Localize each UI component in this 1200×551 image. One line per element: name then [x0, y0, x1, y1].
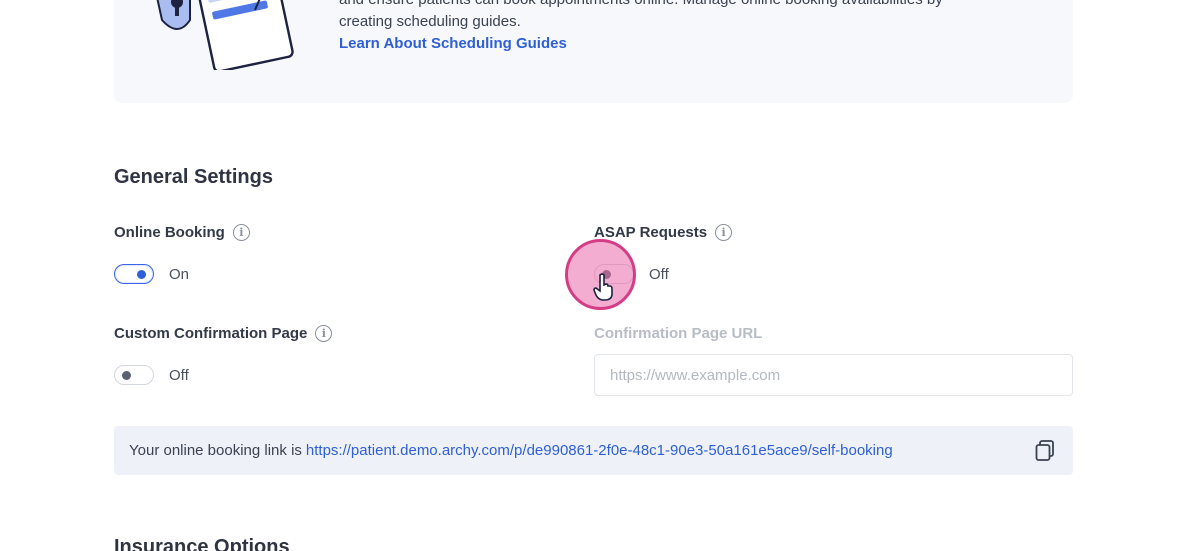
scheduling-guides-description: and ensure patients can book appointment…: [339, 0, 1039, 33]
copy-icon[interactable]: [1035, 440, 1055, 462]
asap-requests-state: Off: [649, 265, 669, 283]
confirmation-url-label: Confirmation Page URL: [594, 325, 763, 342]
scheduling-guides-card: and ensure patients can book appointment…: [114, 0, 1073, 103]
settings-page: and ensure patients can book appointment…: [0, 0, 1200, 551]
asap-requests-label-group: ASAP Requests i: [594, 224, 733, 241]
online-booking-toggle-row: On: [114, 264, 189, 284]
info-icon[interactable]: i: [232, 224, 250, 241]
info-icon[interactable]: i: [315, 325, 333, 342]
booking-link-url[interactable]: https://patient.demo.archy.com/p/de99086…: [306, 442, 893, 459]
document-lock-illustration: [156, 0, 294, 70]
custom-confirmation-toggle-row: Off: [114, 365, 189, 385]
custom-confirmation-state: Off: [169, 366, 189, 384]
description-line-2: creating scheduling guides.: [339, 13, 521, 30]
booking-link-prefix: Your online booking link is: [129, 442, 302, 459]
learn-scheduling-guides-link[interactable]: Learn About Scheduling Guides: [339, 35, 567, 52]
confirmation-url-input[interactable]: [594, 354, 1073, 396]
info-icon[interactable]: i: [715, 224, 733, 241]
hand-pointer-icon: [593, 273, 613, 301]
online-booking-label-group: Online Booking i: [114, 224, 250, 241]
online-booking-state: On: [169, 265, 190, 283]
general-settings-title: General Settings: [114, 166, 273, 188]
online-booking-toggle[interactable]: [114, 264, 154, 284]
asap-requests-label: ASAP Requests: [594, 224, 708, 241]
toggle-knob: [137, 269, 146, 279]
description-line-1: and ensure patients can book appointment…: [339, 0, 1039, 11]
custom-confirmation-label-group: Custom Confirmation Page i: [114, 325, 333, 342]
custom-confirmation-label: Custom Confirmation Page: [114, 325, 308, 342]
custom-confirmation-toggle[interactable]: [114, 365, 154, 385]
insurance-options-title: Insurance Options: [114, 536, 290, 551]
booking-link-bar: Your online booking link is https://pati…: [114, 426, 1073, 475]
toggle-knob: [122, 370, 131, 380]
online-booking-label: Online Booking: [114, 224, 225, 241]
